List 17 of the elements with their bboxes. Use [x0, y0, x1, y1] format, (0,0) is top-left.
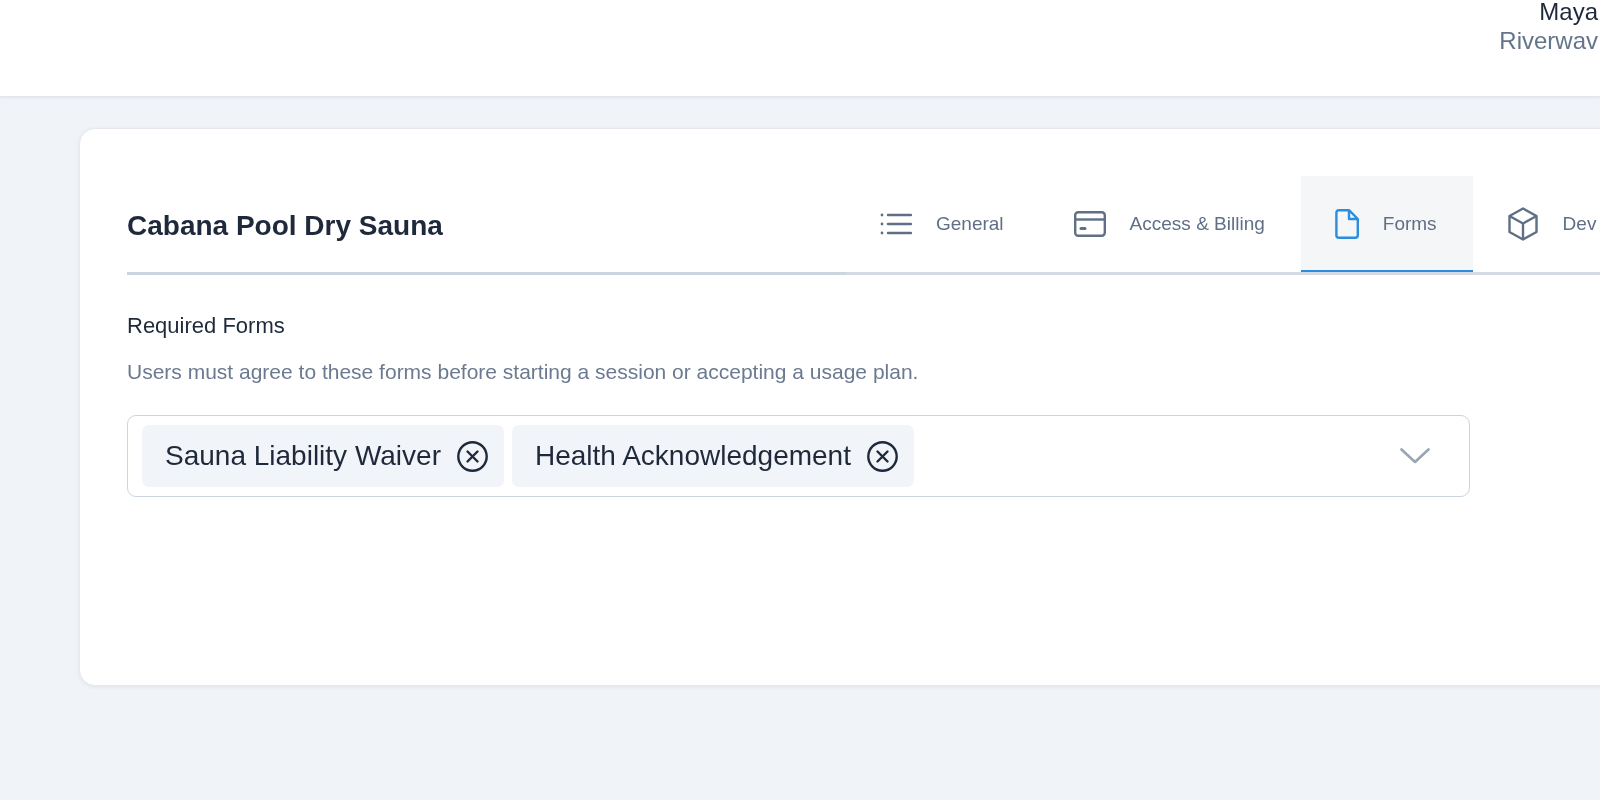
- tab[interactable]: Forms: [1300, 176, 1473, 275]
- user-name: Maya: [1539, 0, 1598, 24]
- page-title: Cabana Pool Dry Sauna: [127, 209, 443, 243]
- list-icon: [880, 213, 912, 235]
- section-description: Users must agree to these forms before starting a session or accepting a usage plan.: [127, 359, 919, 385]
- section-label: Required Forms: [127, 312, 285, 340]
- credit-card-icon: [1073, 211, 1106, 237]
- cube-icon: [1506, 207, 1539, 241]
- file-icon: [1334, 209, 1359, 239]
- tab[interactable]: General: [846, 176, 1040, 275]
- remove-icon[interactable]: [866, 440, 898, 472]
- organization-name: Riverwav: [1499, 26, 1598, 56]
- tab[interactable]: Dev: [1472, 176, 1600, 275]
- remove-icon[interactable]: [457, 440, 488, 472]
- tag-label: Health Acknowledgement: [535, 440, 851, 472]
- tag-label: Sauna Liability Waiver: [165, 440, 441, 472]
- forms-multiselect[interactable]: Sauna Liability Waiver Health Acknowledgement: [127, 415, 1470, 497]
